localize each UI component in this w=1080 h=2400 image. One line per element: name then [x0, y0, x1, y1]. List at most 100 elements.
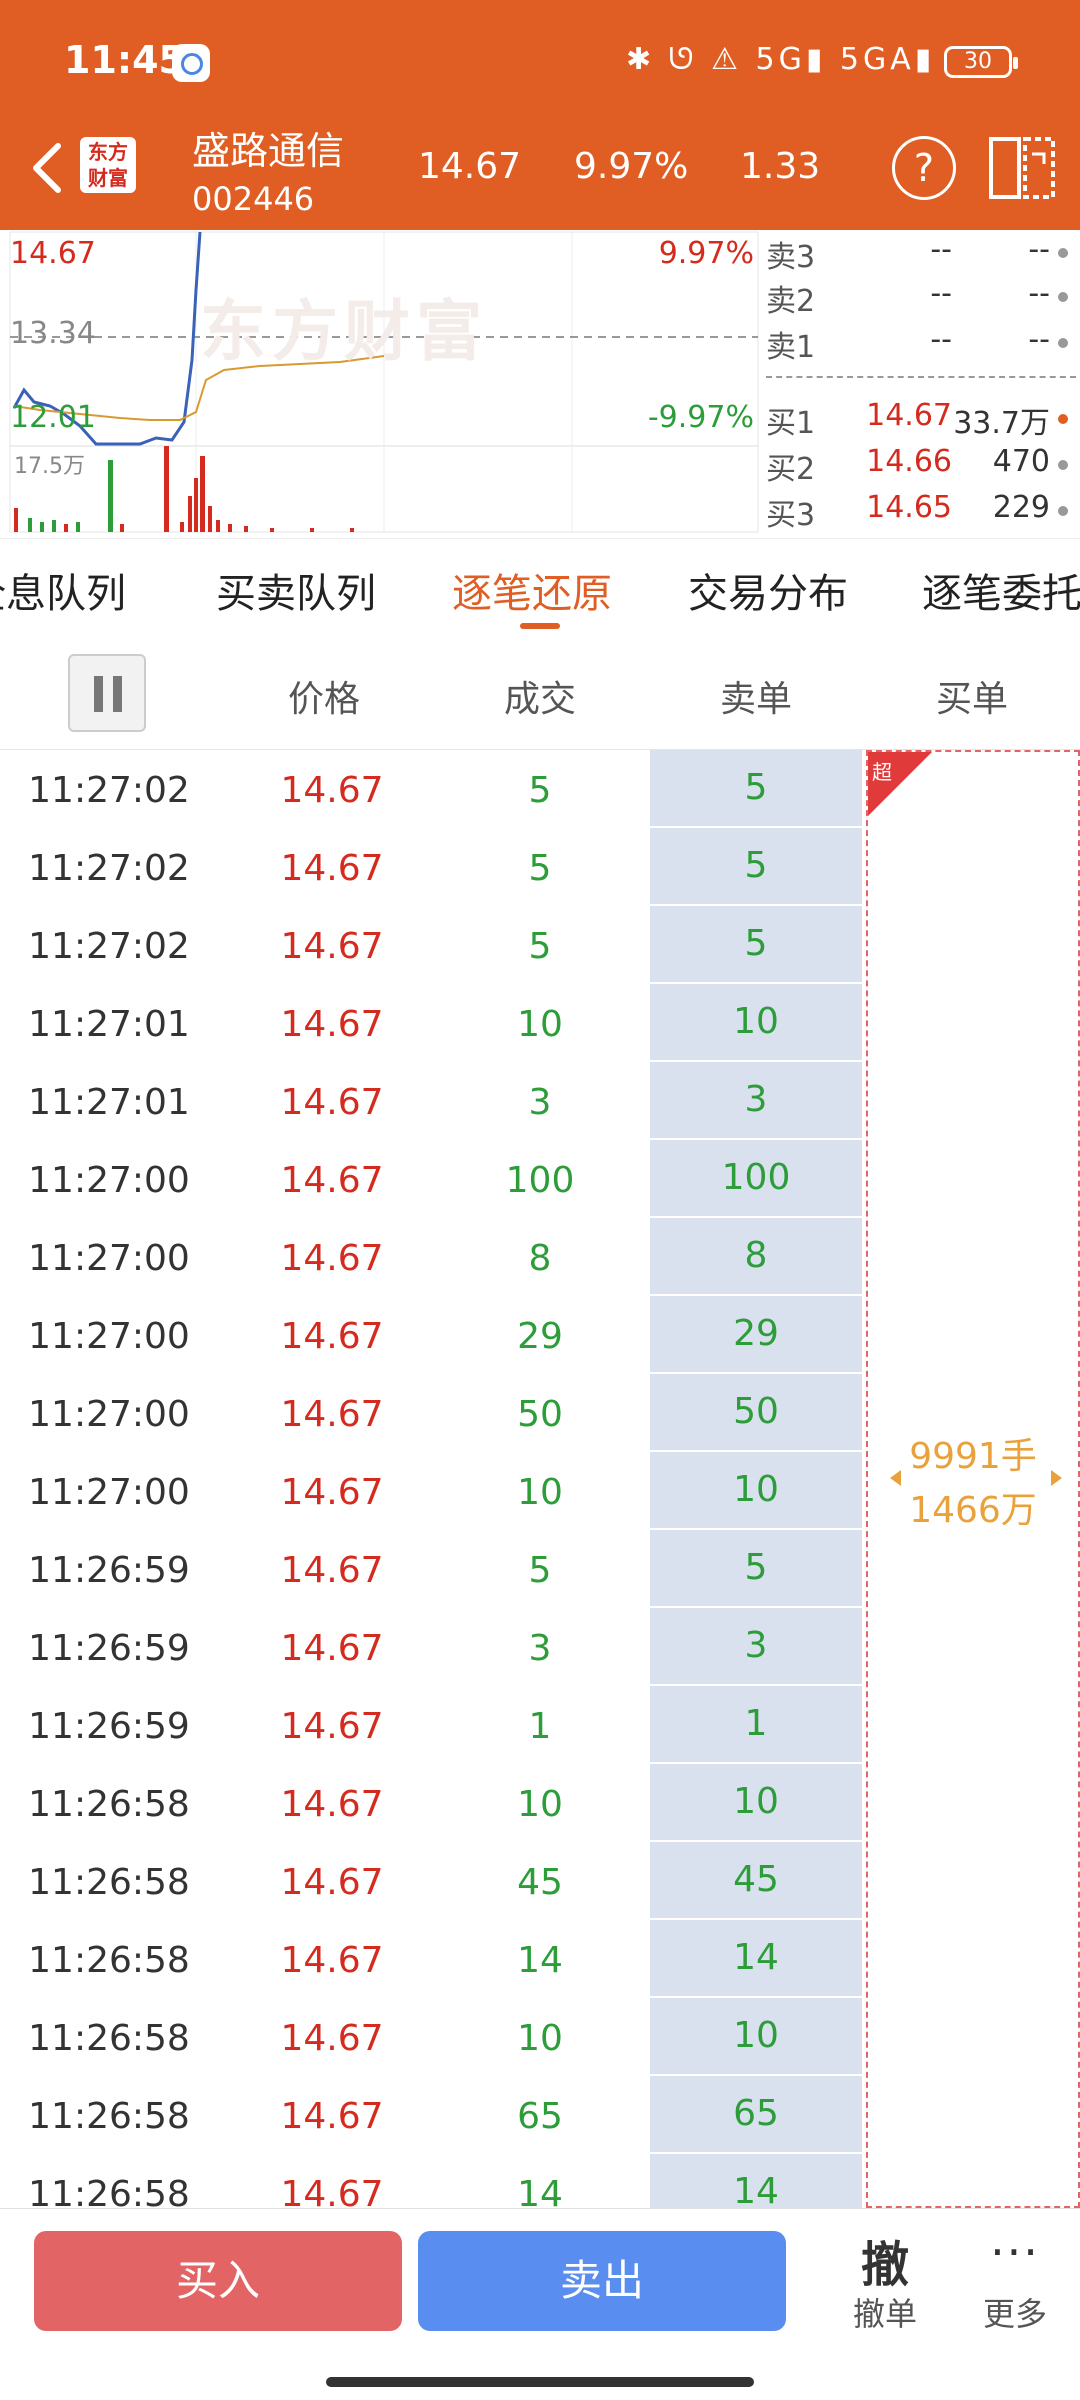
question-icon[interactable]: ? [892, 136, 956, 200]
bid-volume: 229 [992, 490, 1050, 525]
chart-volume-label: 17.5万 [14, 454, 85, 479]
header-price: 14.67 [418, 146, 522, 187]
sell-order-cell[interactable]: 3 [650, 1608, 862, 1684]
trade-price: 14.67 [280, 1316, 384, 1357]
pause-icon [94, 676, 103, 712]
bid-label: 买1 [766, 406, 816, 441]
more-button[interactable]: ··· 更多 [970, 2225, 1060, 2355]
tab-tick-restore[interactable]: 逐笔还原 [452, 561, 612, 619]
buy-order-summary: 9991手 1466万 [868, 1430, 1078, 1538]
sell-order-cell[interactable]: 14 [650, 1920, 862, 1996]
ask-label: 卖1 [766, 330, 816, 365]
sell-order-cell[interactable]: 29 [650, 1296, 862, 1372]
trade-volume: 45 [517, 1862, 563, 1903]
sell-order-cell[interactable]: 10 [650, 1764, 862, 1840]
trade-price: 14.67 [280, 926, 384, 967]
dot-icon [1058, 292, 1068, 302]
col-price: 价格 [287, 679, 360, 720]
tab-tick-orders[interactable]: 逐笔委托 [922, 561, 1080, 619]
super-order-badge: 超 [868, 752, 932, 816]
bid-label: 买2 [766, 452, 816, 487]
header-change-pct: 9.97% [574, 146, 689, 187]
sell-order-cell[interactable]: 8 [650, 1218, 862, 1294]
sell-order-cell[interactable]: 1 [650, 1686, 862, 1762]
trade-volume: 65 [517, 2096, 563, 2137]
bid-price: 14.66 [866, 444, 952, 479]
sell-order-cell[interactable]: 65 [650, 2076, 862, 2152]
tab-trade-distribution[interactable]: 交易分布 [688, 561, 848, 619]
pause-button[interactable] [68, 654, 146, 732]
dot-icon [1058, 414, 1068, 424]
sell-order-cell[interactable]: 5 [650, 906, 862, 982]
trade-price: 14.67 [280, 1394, 384, 1435]
trade-price: 14.67 [280, 1082, 384, 1123]
trade-price: 14.67 [280, 1004, 384, 1045]
chevron-left-icon[interactable] [22, 128, 72, 208]
bid-label: 买3 [766, 498, 816, 533]
status-time: 11:45 [64, 38, 185, 82]
order-book[interactable]: 卖3 -- -- 卖2 -- -- 卖1 -- -- 买1 14.67 33.7… [762, 230, 1080, 536]
order-book-ask-row: 卖1 -- -- [762, 322, 1080, 366]
buy-button[interactable]: 买入 [34, 2231, 402, 2331]
trade-price: 14.67 [280, 1472, 384, 1513]
sell-order-cell[interactable]: 5 [650, 750, 862, 826]
sell-order-cell[interactable]: 14 [650, 2154, 862, 2208]
split-screen-icon[interactable] [988, 136, 1056, 200]
trade-volume: 10 [517, 1472, 563, 1513]
sell-order-cell[interactable]: 5 [650, 828, 862, 904]
tab-order-queue[interactable]: 买卖队列 [216, 561, 376, 619]
ask-volume: -- [1028, 322, 1050, 357]
trade-price: 14.67 [280, 1784, 384, 1825]
sell-order-cell[interactable]: 3 [650, 1062, 862, 1138]
ask-volume: -- [1028, 232, 1050, 267]
order-book-bid-row: 买1 14.67 33.7万 [762, 398, 1080, 442]
home-indicator[interactable] [326, 2377, 754, 2387]
chart-area: 东方财富 14.67 13.34 12.01 9.97% -9.97% 17.5… [0, 230, 1080, 536]
arrow-right-icon [1051, 1470, 1062, 1486]
sell-order-cell[interactable]: 10 [650, 984, 862, 1060]
trade-time: 11:26:59 [28, 1706, 190, 1747]
trade-volume: 50 [517, 1394, 563, 1435]
trade-time: 11:26:59 [28, 1550, 190, 1591]
trade-volume: 5 [528, 770, 552, 811]
intraday-chart[interactable]: 东方财富 14.67 13.34 12.01 9.97% -9.97% 17.5… [0, 230, 760, 536]
cancel-order-button[interactable]: 撤 撤单 [840, 2225, 930, 2355]
ask-label: 卖2 [766, 284, 816, 319]
buy-order-block[interactable]: 超 9991手 1466万 [866, 750, 1080, 2208]
trade-volume: 14 [517, 1940, 563, 1981]
trade-list[interactable]: 11:27:02 14.67 5 5 11:27:02 14.67 5 5 11… [0, 750, 1080, 2208]
order-book-bid-row: 买3 14.65 229 [762, 490, 1080, 534]
cancel-order-icon: 撤 [860, 2237, 909, 2293]
order-book-ask-row: 卖3 -- -- [762, 232, 1080, 276]
trade-volume: 10 [517, 1004, 563, 1045]
trade-time: 11:27:00 [28, 1472, 190, 1513]
ask-price: -- [930, 322, 952, 357]
ask-price: -- [930, 232, 952, 267]
arrow-left-icon [890, 1470, 901, 1486]
order-book-ask-row: 卖2 -- -- [762, 276, 1080, 320]
cancel-order-label: 撤单 [852, 2295, 917, 2333]
trade-price: 14.67 [280, 1628, 384, 1669]
ask-volume: -- [1028, 276, 1050, 311]
col-buy: 买单 [935, 679, 1008, 720]
tab-full-queue[interactable]: 全息队列 [0, 561, 126, 619]
sell-order-cell[interactable]: 10 [650, 1452, 862, 1528]
bid-price: 14.65 [866, 490, 952, 525]
sell-order-cell[interactable]: 50 [650, 1374, 862, 1450]
sell-order-cell[interactable]: 45 [650, 1842, 862, 1918]
ask-label: 卖3 [766, 240, 816, 275]
sell-order-cell[interactable]: 5 [650, 1530, 862, 1606]
chart-price-mid: 13.34 [10, 316, 96, 351]
col-sell: 卖单 [719, 679, 792, 720]
sell-button[interactable]: 卖出 [418, 2231, 786, 2331]
sell-order-cell[interactable]: 100 [650, 1140, 862, 1216]
trade-price: 14.67 [280, 2096, 384, 2137]
trade-time: 11:27:01 [28, 1082, 190, 1123]
sell-order-cell[interactable]: 10 [650, 1998, 862, 2074]
trade-volume: 5 [528, 926, 552, 967]
trade-time: 11:27:00 [28, 1316, 190, 1357]
trade-time: 11:27:00 [28, 1160, 190, 1201]
trade-price: 14.67 [280, 1238, 384, 1279]
trade-price: 14.67 [280, 770, 384, 811]
trade-price: 14.67 [280, 2018, 384, 2059]
